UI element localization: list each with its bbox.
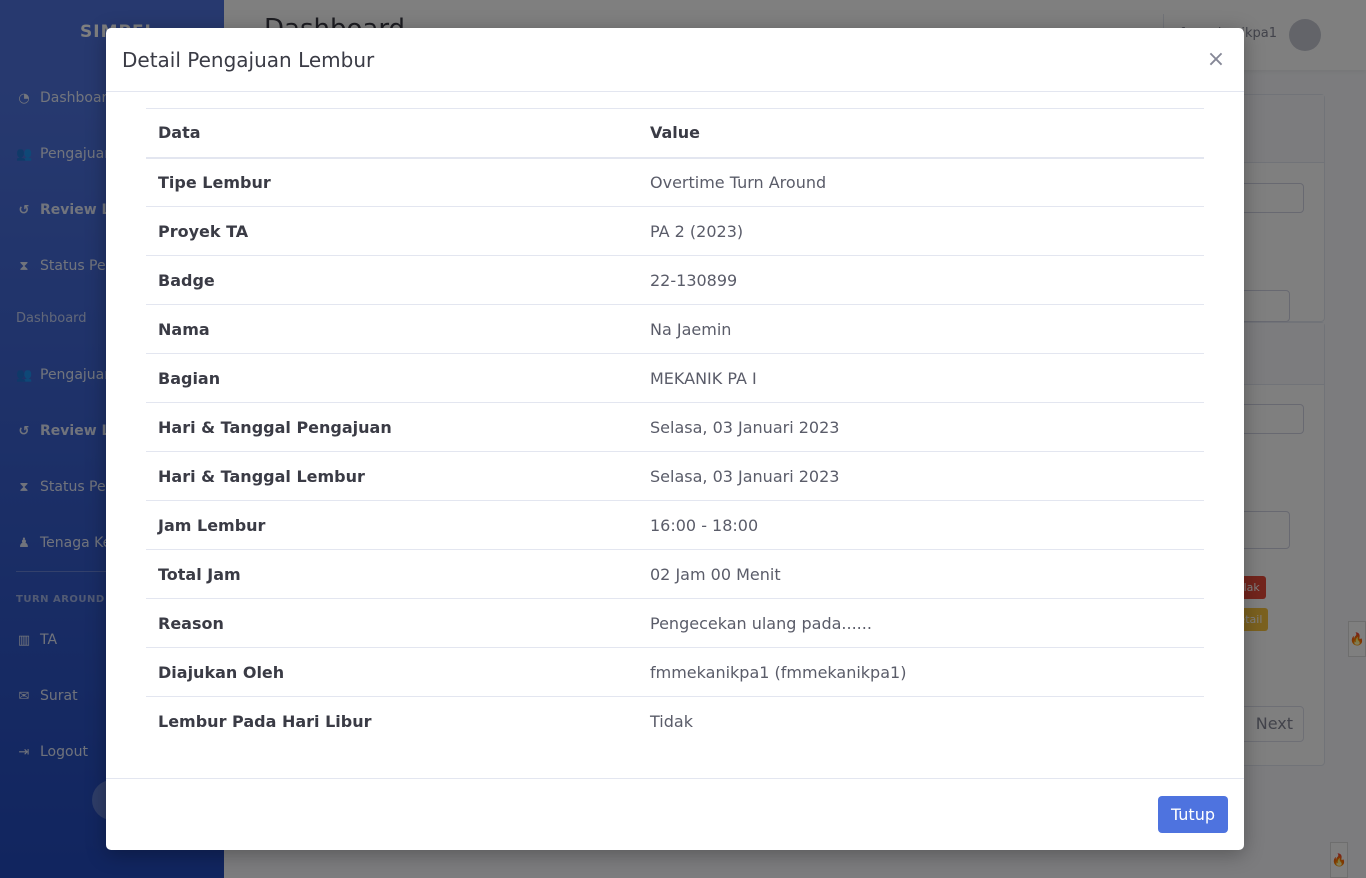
table-header-row: Data Value bbox=[146, 108, 1204, 158]
row-value: PA 2 (2023) bbox=[638, 206, 1204, 256]
row-key: Reason bbox=[146, 598, 638, 648]
row-value: Tidak bbox=[650, 711, 693, 731]
row-value: MEKANIK PA I bbox=[638, 353, 1204, 403]
row-value: Overtime Turn Around bbox=[638, 157, 1204, 207]
row-key: Badge bbox=[146, 255, 638, 305]
detail-table: Data Value Tipe Lembur Overtime Turn Arou… bbox=[146, 108, 1204, 746]
row-key: Lembur Pada Hari Libur bbox=[158, 711, 372, 731]
table-row: Proyek TA PA 2 (2023) bbox=[146, 206, 1204, 256]
row-value: Na Jaemin bbox=[638, 304, 1204, 354]
table-row: Badge 22-130899 bbox=[146, 255, 1204, 305]
row-value: Pengecekan ulang pada...... bbox=[638, 598, 1204, 648]
row-key: Diajukan Oleh bbox=[146, 647, 638, 697]
table-row: Bagian MEKANIK PA I bbox=[146, 353, 1204, 403]
row-key: Total Jam bbox=[146, 549, 638, 599]
table-row: Total Jam 02 Jam 00 Menit bbox=[146, 549, 1204, 599]
close-icon[interactable]: × bbox=[1204, 48, 1228, 71]
table-row: Nama Na Jaemin bbox=[146, 304, 1204, 354]
row-value: 22-130899 bbox=[638, 255, 1204, 305]
detail-modal: Detail Pengajuan Lembur × Data Value Tip… bbox=[106, 28, 1244, 850]
modal-header: Detail Pengajuan Lembur × bbox=[106, 28, 1244, 92]
table-row: Tipe Lembur Overtime Turn Around bbox=[146, 157, 1204, 207]
column-header-data: Data bbox=[158, 123, 201, 143]
row-value: 02 Jam 00 Menit bbox=[638, 549, 1204, 599]
row-value: Selasa, 03 Januari 2023 bbox=[638, 451, 1204, 501]
row-value: fmmekanikpa1 (fmmekanikpa1) bbox=[638, 647, 1204, 697]
row-key: Hari & Tanggal Pengajuan bbox=[146, 402, 638, 452]
row-key: Tipe Lembur bbox=[146, 157, 638, 207]
row-key: Proyek TA bbox=[146, 206, 638, 256]
row-key: Jam Lembur bbox=[146, 500, 638, 550]
row-value: Selasa, 03 Januari 2023 bbox=[638, 402, 1204, 452]
table-row: Hari & Tanggal Lembur Selasa, 03 Januari … bbox=[146, 451, 1204, 501]
table-row: Reason Pengecekan ulang pada...... bbox=[146, 598, 1204, 648]
table-row: Jam Lembur 16:00 - 18:00 bbox=[146, 500, 1204, 550]
close-modal-button[interactable]: Tutup bbox=[1157, 796, 1228, 833]
row-key: Bagian bbox=[146, 353, 638, 403]
table-row: Diajukan Oleh fmmekanikpa1 (fmmekanikpa1) bbox=[146, 647, 1204, 697]
row-key: Hari & Tanggal Lembur bbox=[146, 451, 638, 501]
row-key: Nama bbox=[146, 304, 638, 354]
column-header-value: Value bbox=[650, 123, 701, 143]
table-row: Lembur Pada Hari Libur Tidak bbox=[146, 697, 1204, 746]
modal-body: Data Value Tipe Lembur Overtime Turn Arou… bbox=[106, 92, 1244, 778]
row-value: 16:00 - 18:00 bbox=[638, 500, 1204, 550]
modal-title: Detail Pengajuan Lembur bbox=[122, 47, 375, 72]
modal-footer: Tutup bbox=[106, 778, 1244, 850]
table-row: Hari & Tanggal Pengajuan Selasa, 03 Janua… bbox=[146, 402, 1204, 452]
